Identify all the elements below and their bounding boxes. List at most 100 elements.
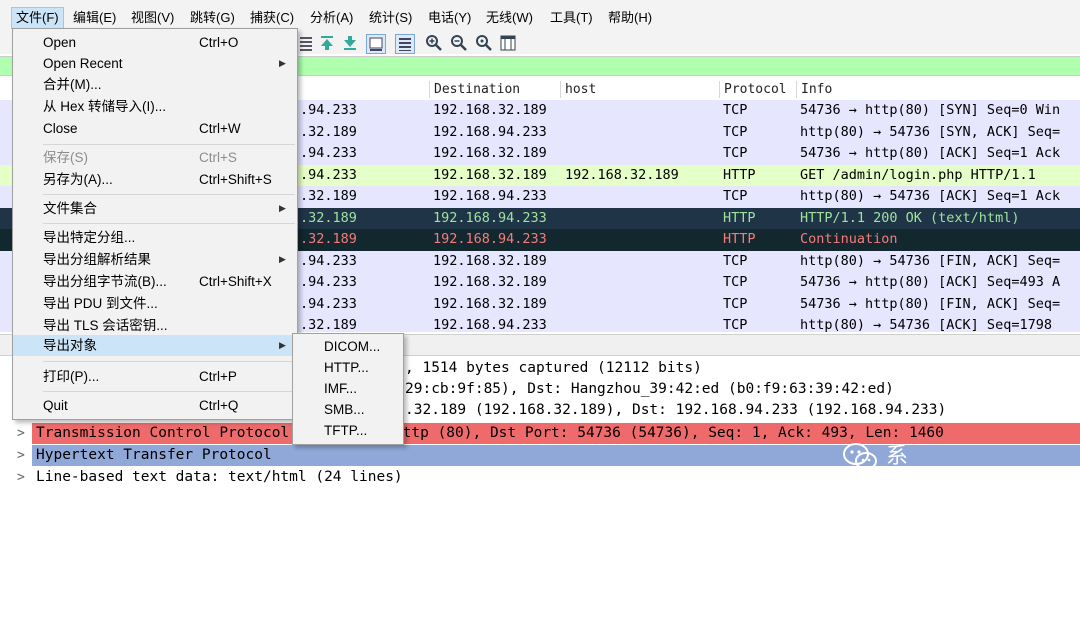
menu-item-label: 导出对象 xyxy=(43,338,97,353)
detail-row-text-data[interactable]: > Line-based text data: text/html (24 li… xyxy=(0,467,1080,488)
menu-item-export-tls-keys[interactable]: 导出 TLS 会话密钥... xyxy=(13,315,297,336)
go-last-icon[interactable] xyxy=(341,34,359,52)
menu-item-quit[interactable]: Quit Ctrl+Q xyxy=(13,395,297,416)
column-protocol[interactable]: Protocol xyxy=(719,81,794,98)
menu-separator xyxy=(43,194,295,195)
menu-go[interactable]: 跳转(G) xyxy=(186,8,239,28)
submenu-item-http[interactable]: HTTP... xyxy=(293,357,403,378)
detail-row-tcp[interactable]: Transmission Control Protocol, Src Port:… xyxy=(32,423,1080,444)
colorize-icon[interactable] xyxy=(395,34,415,54)
menu-item-close[interactable]: Close Ctrl+W xyxy=(13,118,297,139)
menu-item-export-pdu[interactable]: 导出 PDU 到文件... xyxy=(13,293,297,314)
cell-protocol: TCP xyxy=(723,295,748,312)
cell-protocol: HTTP xyxy=(723,231,756,247)
cell-source: .94.233 xyxy=(300,166,357,183)
menu-item-file-set[interactable]: 文件集合 ▶ xyxy=(13,198,297,219)
cell-destination: 192.168.94.233 xyxy=(433,123,547,140)
align-icon[interactable] xyxy=(297,34,315,52)
go-first-icon[interactable] xyxy=(318,34,336,52)
menu-item-open-recent[interactable]: Open Recent ▶ xyxy=(13,53,297,74)
menu-item-label: 打印(P)... xyxy=(43,369,100,384)
cell-destination: 192.168.32.189 xyxy=(433,252,547,269)
detail-text: .32.189 (192.168.32.189), Dst: 192.168.9… xyxy=(405,402,947,418)
cell-info: http(80) → 54736 [FIN, ACK] Seq= xyxy=(800,252,1061,269)
menu-item-export-bytes[interactable]: 导出分组字节流(B)... Ctrl+Shift+X xyxy=(13,271,297,292)
submenu-item-label: TFTP... xyxy=(324,423,368,438)
menu-item-open[interactable]: Open Ctrl+O xyxy=(13,32,297,53)
column-destination[interactable]: Destination xyxy=(429,81,558,98)
submenu-item-smb[interactable]: SMB... xyxy=(293,399,403,420)
menu-item-print[interactable]: 打印(P)... Ctrl+P xyxy=(13,366,297,387)
menu-capture[interactable]: 捕获(C) xyxy=(246,8,298,28)
cell-source: .94.233 xyxy=(300,295,357,312)
menu-item-label: Open Recent xyxy=(43,56,123,71)
submenu-item-label: IMF... xyxy=(324,381,357,396)
menu-view[interactable]: 视图(V) xyxy=(127,8,178,28)
expand-arrow-icon[interactable]: > xyxy=(17,423,25,444)
menu-tools[interactable]: 工具(T) xyxy=(546,8,597,28)
export-objects-submenu: DICOM... HTTP... IMF... SMB... TFTP... xyxy=(292,333,404,445)
detail-arrow-container: > xyxy=(0,423,25,444)
menu-item-label: 导出分组字节流(B)... xyxy=(43,274,167,289)
menu-file[interactable]: 文件(F) xyxy=(11,7,64,29)
zoom-in-icon[interactable] xyxy=(425,34,443,52)
menu-item-shortcut: Ctrl+P xyxy=(199,369,237,384)
detail-text: Hypertext Transfer Protocol xyxy=(36,447,272,463)
menu-item-save-as[interactable]: 另存为(A)... Ctrl+Shift+S xyxy=(13,169,297,190)
expand-arrow-icon[interactable]: > xyxy=(17,445,25,466)
menu-item-save[interactable]: 保存(S) Ctrl+S xyxy=(13,147,297,168)
menu-separator xyxy=(43,391,295,392)
menu-item-merge[interactable]: 合并(M)... xyxy=(13,74,297,95)
menu-item-shortcut: Ctrl+W xyxy=(199,121,241,136)
cell-source: .32.189 xyxy=(300,188,357,204)
cell-source: .94.233 xyxy=(300,145,357,161)
menu-item-label: 合并(M)... xyxy=(43,77,102,92)
cell-destination: 192.168.94.233 xyxy=(433,231,547,247)
cell-destination: 192.168.94.233 xyxy=(433,209,547,226)
detail-text: 29:cb:9f:85), Dst: Hangzhou_39:42:ed (b0… xyxy=(405,381,894,397)
menu-wireless[interactable]: 无线(W) xyxy=(482,8,537,28)
menu-statistics[interactable]: 统计(S) xyxy=(365,8,416,28)
menu-item-label: 文件集合 xyxy=(43,201,97,216)
submenu-item-label: SMB... xyxy=(324,402,365,417)
cell-destination: 192.168.32.189 xyxy=(433,166,547,183)
menu-telephony[interactable]: 电话(Y) xyxy=(424,8,475,28)
submenu-item-tftp[interactable]: TFTP... xyxy=(293,420,403,441)
menu-item-import-hex[interactable]: 从 Hex 转储导入(I)... xyxy=(13,96,297,117)
autoscroll-icon[interactable] xyxy=(366,34,386,54)
zoom-reset-icon[interactable] xyxy=(475,34,493,52)
menu-analyze[interactable]: 分析(A) xyxy=(306,8,357,28)
cell-protocol: TCP xyxy=(723,145,748,161)
menu-item-export-dissections[interactable]: 导出分组解析结果 ▶ xyxy=(13,249,297,270)
cell-protocol: TCP xyxy=(723,102,748,118)
expand-arrow-icon[interactable]: > xyxy=(17,467,25,488)
zoom-out-icon[interactable] xyxy=(450,34,468,52)
cell-host: 192.168.32.189 xyxy=(565,166,679,183)
detail-text: Line-based text data: text/html (24 line… xyxy=(36,469,403,485)
menu-help[interactable]: 帮助(H) xyxy=(604,8,656,28)
menu-item-shortcut: Ctrl+Shift+S xyxy=(199,172,272,187)
cell-destination: 192.168.94.233 xyxy=(433,188,547,204)
watermark-text: 系统安全运维 xyxy=(886,444,909,639)
cell-info: 54736 → http(80) [ACK] Seq=1 Ack xyxy=(800,145,1061,161)
cell-destination: 192.168.32.189 xyxy=(433,102,547,118)
file-menu-dropdown: Open Ctrl+O Open Recent ▶ 合并(M)... 从 Hex… xyxy=(12,28,298,420)
menu-item-label: 保存(S) xyxy=(43,150,88,165)
cell-destination: 192.168.32.189 xyxy=(433,295,547,312)
cell-protocol: TCP xyxy=(723,252,748,269)
resize-columns-icon[interactable] xyxy=(499,34,517,52)
menu-item-label: 导出 TLS 会话密钥... xyxy=(43,318,168,333)
detail-row-http[interactable]: Hypertext Transfer Protocol xyxy=(32,445,1080,466)
menu-item-shortcut: Ctrl+Shift+X xyxy=(199,274,272,289)
menu-item-export-specified[interactable]: 导出特定分组... xyxy=(13,227,297,248)
cell-info: 54736 → http(80) [SYN] Seq=0 Win xyxy=(800,102,1061,118)
submenu-item-dicom[interactable]: DICOM... xyxy=(293,336,403,357)
detail-text: Transmission Control Protocol, Src Port:… xyxy=(36,425,944,441)
cell-destination: 192.168.94.233 xyxy=(433,317,547,332)
submenu-item-imf[interactable]: IMF... xyxy=(293,378,403,399)
menu-item-shortcut: Ctrl+S xyxy=(199,150,237,165)
column-info[interactable]: Info xyxy=(796,81,1080,98)
menu-item-export-objects[interactable]: 导出对象 ▶ xyxy=(13,335,297,356)
column-host[interactable]: host xyxy=(560,81,717,98)
menu-edit[interactable]: 编辑(E) xyxy=(69,8,120,28)
